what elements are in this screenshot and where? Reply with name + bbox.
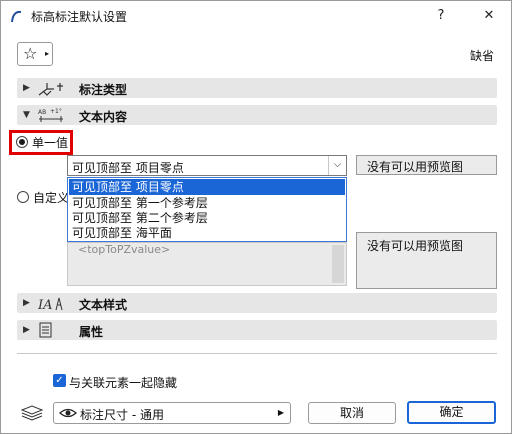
- eye-icon: [59, 408, 77, 418]
- preview-text: 没有可以用预览图: [367, 239, 464, 253]
- svg-text:+1°: +1°: [50, 108, 62, 115]
- elevation-dimension-icon: [11, 10, 22, 23]
- text-content-icon: AB +1°: [38, 108, 63, 122]
- dropdown-option[interactable]: 可见顶部至 第二个参考层: [69, 210, 345, 226]
- default-label: 缺省: [469, 49, 494, 63]
- dropdown-list: 可见顶部至 项目零点 可见顶部至 第一个参考层 可见顶部至 第二个参考层 可见顶…: [67, 177, 347, 242]
- hide-with-element-checkbox[interactable]: ✓: [53, 374, 66, 387]
- custom-text-field[interactable]: <topToPZvalue>: [67, 242, 347, 286]
- scrollbar[interactable]: [332, 245, 344, 283]
- close-button[interactable]: ✕: [475, 4, 503, 28]
- layer-value: 标注尺寸 - 通用: [80, 408, 164, 422]
- favorites-button[interactable]: ☆ ▸: [17, 42, 53, 66]
- divider: [17, 353, 497, 354]
- dropdown-option[interactable]: 可见顶部至 项目零点: [69, 179, 345, 195]
- ok-button[interactable]: 确定: [407, 401, 496, 424]
- preview-box: 没有可以用预览图: [356, 232, 497, 289]
- title-bar: 标高标注默认设置 ? ✕: [1, 1, 511, 31]
- dropdown-option[interactable]: 可见顶部至 第一个参考层: [69, 195, 345, 211]
- section-label: 属性: [79, 325, 104, 339]
- section-label: 文本内容: [79, 110, 128, 124]
- star-icon: ☆: [23, 44, 38, 63]
- layers-icon: [20, 405, 44, 421]
- triangle-right-icon: ▶: [277, 408, 284, 417]
- properties-icon: [39, 322, 52, 338]
- settings-dialog: 标高标注默认设置 ? ✕ ☆ ▸ 缺省 ▶ 标注类型 ▼ AB +1° 文本内容…: [0, 0, 512, 434]
- cancel-button[interactable]: 取消: [308, 402, 396, 424]
- custom-label: 自定义: [33, 191, 70, 205]
- section-text-content[interactable]: ▼ AB +1° 文本内容: [17, 105, 497, 125]
- chevron-down-icon: ⌵: [328, 156, 346, 175]
- section-text-style[interactable]: ▶ IA 文本样式: [17, 293, 497, 313]
- hide-with-element-label: 与关联元素一起隐藏: [69, 376, 178, 390]
- triangle-down-icon: ▼: [23, 110, 30, 120]
- section-label: 文本样式: [79, 298, 128, 312]
- custom-radio[interactable]: [17, 191, 29, 203]
- triangle-right-icon: ▶: [23, 298, 30, 308]
- preview-box: 没有可以用预览图: [356, 155, 497, 175]
- single-value-radio[interactable]: [16, 136, 28, 148]
- section-label: 标注类型: [79, 83, 128, 97]
- triangle-right-icon: ▶: [23, 83, 30, 93]
- dimension-type-icon: [38, 83, 63, 96]
- triangle-right-icon: ▸: [45, 49, 50, 58]
- triangle-right-icon: ▶: [23, 325, 30, 335]
- custom-text-placeholder: <topToPZvalue>: [78, 243, 171, 256]
- text-value-select[interactable]: 可见顶部至 项目零点 ⌵: [67, 155, 347, 176]
- single-value-label: 单一值: [32, 136, 69, 150]
- section-properties[interactable]: ▶ 属性: [17, 320, 497, 340]
- dropdown-option[interactable]: 可见顶部至 海平面: [69, 225, 345, 241]
- help-button[interactable]: ?: [427, 4, 455, 28]
- svg-text:AB: AB: [38, 109, 46, 116]
- selected-value: 可见顶部至 项目零点: [72, 161, 184, 175]
- layer-select[interactable]: 标注尺寸 - 通用 ▶: [53, 402, 291, 424]
- window-title: 标高标注默认设置: [31, 10, 128, 24]
- section-dimension-type[interactable]: ▶ 标注类型: [17, 78, 497, 98]
- preview-text: 没有可以用预览图: [367, 160, 464, 174]
- svg-text:IA: IA: [37, 298, 53, 312]
- text-style-icon: IA: [37, 297, 63, 312]
